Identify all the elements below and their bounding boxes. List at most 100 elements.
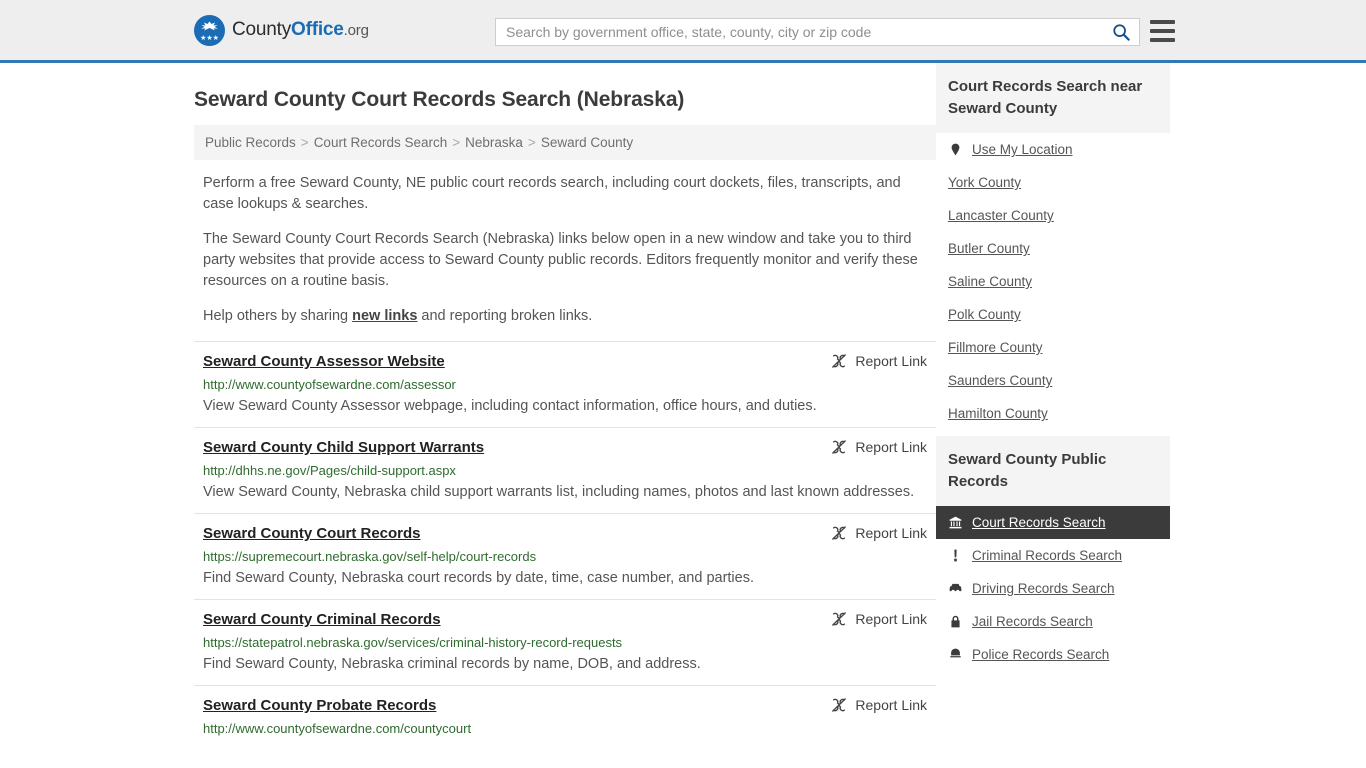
breadcrumb-item-court-records-search[interactable]: Court Records Search bbox=[314, 135, 448, 150]
nearby-counties-panel: Court Records Search near Seward County … bbox=[936, 63, 1170, 430]
search-icon bbox=[1113, 24, 1130, 41]
exclamation-icon bbox=[953, 549, 957, 562]
site-logo[interactable]: ★★★ CountyOffice.org bbox=[194, 14, 369, 46]
result-header: Seward County Assessor Website Report Lin… bbox=[203, 353, 927, 370]
sidebar-link-label[interactable]: Fillmore County bbox=[948, 340, 1043, 355]
report-link-button[interactable]: Report Link bbox=[831, 353, 927, 369]
broken-link-icon bbox=[832, 526, 847, 540]
hamburger-menu-icon[interactable] bbox=[1150, 20, 1175, 42]
sidebar-link-label[interactable]: Butler County bbox=[948, 241, 1030, 256]
sidebar: Court Records Search near Seward County … bbox=[936, 63, 1170, 746]
lock-icon bbox=[950, 615, 960, 628]
public-records-panel: Seward County Public Records Court Recor… bbox=[936, 436, 1170, 671]
sidebar-item-york-county[interactable]: York County bbox=[936, 166, 1170, 199]
breadcrumb-item-nebraska[interactable]: Nebraska bbox=[465, 135, 523, 150]
car-icon bbox=[948, 582, 962, 596]
public-records-list: Court Records Search Criminal Records Sea… bbox=[936, 506, 1170, 671]
result-item: Seward County Assessor Website Report Lin… bbox=[194, 341, 936, 427]
lock-icon bbox=[948, 615, 962, 629]
police-badge-icon bbox=[948, 648, 962, 662]
map-pin-icon bbox=[951, 143, 959, 156]
report-link-button[interactable]: Report Link bbox=[831, 525, 927, 541]
sidebar-item-saline-county[interactable]: Saline County bbox=[936, 265, 1170, 298]
result-url-link[interactable]: http://www.countyofsewardne.com/countyco… bbox=[203, 721, 927, 736]
hamburger-bar bbox=[1150, 38, 1175, 42]
result-header: Seward County Probate Records Report Link bbox=[203, 697, 927, 714]
breadcrumb-separator: > bbox=[527, 135, 536, 150]
report-link-button[interactable]: Report Link bbox=[831, 439, 927, 455]
sidebar-item-court-records-search[interactable]: Court Records Search bbox=[936, 506, 1170, 539]
result-title-link[interactable]: Seward County Probate Records bbox=[203, 697, 436, 714]
sidebar-link-label[interactable]: Saunders County bbox=[948, 373, 1052, 388]
help-suffix: and reporting broken links. bbox=[417, 308, 593, 324]
sidebar-link-label[interactable]: Saline County bbox=[948, 274, 1032, 289]
result-url-link[interactable]: http://dhhs.ne.gov/Pages/child-support.a… bbox=[203, 463, 927, 478]
result-title-link[interactable]: Seward County Court Records bbox=[203, 525, 421, 542]
sidebar-link-label[interactable]: Hamilton County bbox=[948, 406, 1048, 421]
search-button[interactable] bbox=[1103, 19, 1139, 45]
breadcrumb-separator: > bbox=[452, 135, 461, 150]
report-link-label: Report Link bbox=[855, 439, 927, 455]
sidebar-item-use-my-location[interactable]: Use My Location bbox=[936, 133, 1170, 166]
result-url-link[interactable]: https://statepatrol.nebraska.gov/service… bbox=[203, 635, 927, 650]
sidebar-item-polk-county[interactable]: Polk County bbox=[936, 298, 1170, 331]
result-url-link[interactable]: http://www.countyofsewardne.com/assessor bbox=[203, 377, 927, 392]
logo-bold: Office bbox=[291, 19, 344, 40]
sidebar-item-lancaster-county[interactable]: Lancaster County bbox=[936, 199, 1170, 232]
sidebar-link-label[interactable]: Criminal Records Search bbox=[972, 548, 1122, 563]
car-icon bbox=[949, 583, 961, 592]
result-header: Seward County Criminal Records Report Lin… bbox=[203, 611, 927, 628]
result-url-link[interactable]: https://supremecourt.nebraska.gov/self-h… bbox=[203, 549, 927, 564]
result-item: Seward County Child Support Warrants Repo… bbox=[194, 427, 936, 513]
sidebar-item-butler-county[interactable]: Butler County bbox=[936, 232, 1170, 265]
sidebar-item-driving-records-search[interactable]: Driving Records Search bbox=[936, 572, 1170, 605]
report-link-label: Report Link bbox=[855, 353, 927, 369]
result-description: View Seward County, Nebraska child suppo… bbox=[203, 484, 915, 500]
intro-paragraph-3: Help others by sharing new links and rep… bbox=[194, 306, 936, 327]
sidebar-link-label[interactable]: Court Records Search bbox=[972, 515, 1106, 530]
result-header: Seward County Child Support Warrants Repo… bbox=[203, 439, 927, 456]
report-link-label: Report Link bbox=[855, 525, 927, 541]
sidebar-link-label[interactable]: Lancaster County bbox=[948, 208, 1054, 223]
report-link-button[interactable]: Report Link bbox=[831, 697, 927, 713]
search-input[interactable] bbox=[496, 19, 1103, 45]
result-description: View Seward County Assessor webpage, inc… bbox=[203, 398, 817, 414]
sidebar-item-fillmore-county[interactable]: Fillmore County bbox=[936, 331, 1170, 364]
nearby-counties-heading: Court Records Search near Seward County bbox=[936, 63, 1170, 133]
logo-suffix: .org bbox=[343, 22, 369, 39]
sidebar-link-label[interactable]: York County bbox=[948, 175, 1021, 190]
new-links-link[interactable]: new links bbox=[352, 308, 417, 324]
breadcrumb: Public Records > Court Records Search > Nebr… bbox=[194, 125, 936, 160]
breadcrumb-item-seward-county[interactable]: Seward County bbox=[541, 135, 633, 150]
sidebar-item-police-records-search[interactable]: Police Records Search bbox=[936, 638, 1170, 671]
result-title-link[interactable]: Seward County Criminal Records bbox=[203, 611, 441, 628]
site-header: ★★★ CountyOffice.org bbox=[0, 0, 1366, 63]
sidebar-item-saunders-county[interactable]: Saunders County bbox=[936, 364, 1170, 397]
result-title-link[interactable]: Seward County Assessor Website bbox=[203, 353, 445, 370]
broken-link-icon bbox=[832, 612, 847, 626]
broken-link-icon bbox=[832, 440, 847, 454]
intro-text: Perform a free Seward County, NE public … bbox=[194, 173, 936, 327]
stars-icon: ★★★ bbox=[200, 34, 219, 42]
search-bar[interactable] bbox=[495, 18, 1140, 46]
page-body: Seward County Court Records Search (Nebr… bbox=[0, 63, 1366, 746]
breadcrumb-item-public-records[interactable]: Public Records bbox=[205, 135, 296, 150]
page-title: Seward County Court Records Search (Nebr… bbox=[194, 88, 685, 111]
breadcrumb-separator: > bbox=[300, 135, 309, 150]
result-item: Seward County Probate Records Report Link… bbox=[194, 685, 936, 746]
report-link-button[interactable]: Report Link bbox=[831, 611, 927, 627]
sidebar-link-label[interactable]: Police Records Search bbox=[972, 647, 1109, 662]
courthouse-icon bbox=[948, 516, 962, 530]
report-link-label: Report Link bbox=[855, 697, 927, 713]
result-title-link[interactable]: Seward County Child Support Warrants bbox=[203, 439, 484, 456]
sidebar-link-label[interactable]: Polk County bbox=[948, 307, 1021, 322]
main-content: Seward County Court Records Search (Nebr… bbox=[194, 63, 936, 746]
sidebar-link-label[interactable]: Driving Records Search bbox=[972, 581, 1115, 596]
sidebar-link-label[interactable]: Jail Records Search bbox=[972, 614, 1093, 629]
results-list: Seward County Assessor Website Report Lin… bbox=[194, 341, 936, 746]
sidebar-item-criminal-records-search[interactable]: Criminal Records Search bbox=[936, 539, 1170, 572]
sidebar-link-label[interactable]: Use My Location bbox=[972, 142, 1073, 157]
sidebar-item-jail-records-search[interactable]: Jail Records Search bbox=[936, 605, 1170, 638]
public-records-heading: Seward County Public Records bbox=[936, 436, 1170, 506]
sidebar-item-hamilton-county[interactable]: Hamilton County bbox=[936, 397, 1170, 430]
